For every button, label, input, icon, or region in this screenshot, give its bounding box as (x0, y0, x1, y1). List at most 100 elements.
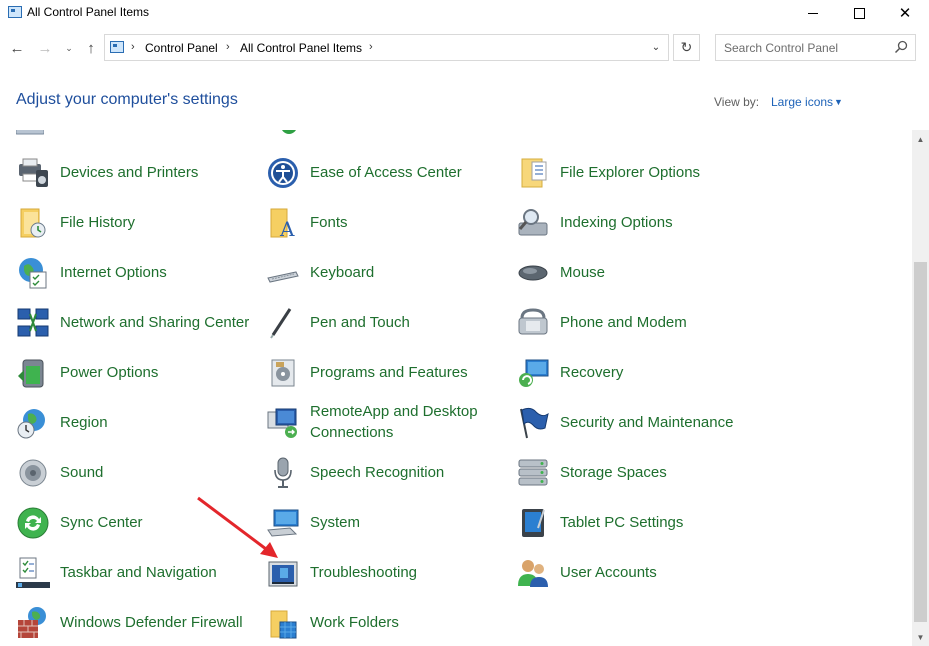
programs-icon (271, 359, 295, 387)
item-windows-defender-firewall[interactable]: Windows Defender Firewall (16, 600, 256, 644)
item-label: RemoteApp and Desktop Connections (310, 403, 478, 441)
breadcrumb-separator[interactable]: › (226, 41, 230, 53)
maximize-button[interactable] (836, 0, 882, 26)
minimize-button[interactable] (790, 0, 836, 26)
item-speech-recognition[interactable]: Speech Recognition (266, 450, 506, 494)
refresh-icon: ↻ (680, 39, 693, 55)
firewall-icon (18, 607, 46, 638)
item-storage-spaces[interactable]: Storage Spaces (516, 450, 756, 494)
recent-locations-button[interactable]: ⌄ (60, 30, 78, 66)
item-label: Devices and Printers (60, 163, 199, 181)
item-file-history[interactable]: File History (16, 200, 256, 244)
power-icon (18, 359, 44, 388)
breadcrumb-separator[interactable]: › (131, 41, 135, 53)
indexing-icon (518, 209, 548, 236)
minimize-icon (808, 12, 818, 14)
sync-icon (17, 507, 49, 539)
item-keyboard[interactable]: Keyboard (266, 250, 506, 294)
refresh-button[interactable]: ↻ (673, 34, 700, 61)
tablet-icon (522, 509, 545, 537)
search-icon (894, 40, 908, 54)
item-power-options[interactable]: Power Options (16, 350, 256, 394)
view-by-dropdown[interactable]: Large icons (771, 95, 833, 109)
work-folders-icon (270, 610, 297, 639)
keyboard-icon (267, 271, 299, 283)
fonts-icon: A (270, 208, 295, 240)
item-label: File Explorer Options (560, 163, 701, 181)
item-label: System (310, 513, 361, 531)
taskbar-icon (16, 557, 50, 588)
item-internet-options[interactable]: Internet Options (16, 250, 256, 294)
pen-icon (270, 308, 292, 339)
item-ease-of-access-center[interactable]: Ease of Access Center (266, 150, 506, 194)
item-security-and-maintenance[interactable]: Security and Maintenance (516, 400, 756, 444)
item-remoteapp-and-desktop-connections[interactable]: RemoteApp and Desktop Connections (266, 400, 506, 444)
vertical-scrollbar[interactable]: ▲ ▼ (912, 130, 929, 646)
item-label: Indexing Options (560, 213, 673, 231)
item-pen-and-touch[interactable]: Pen and Touch (266, 300, 506, 344)
item-label: Internet Options (60, 263, 167, 281)
item-label: Speech Recognition (310, 463, 445, 481)
mouse-icon (518, 265, 548, 281)
item-label: Region (60, 413, 108, 431)
control-panel-window: All Control Panel Items ✕ ← → ⌄ ↑ › Cont… (0, 0, 929, 646)
scroll-up-button[interactable]: ▲ (912, 132, 929, 148)
item-label: Work Folders (310, 613, 399, 631)
item-region[interactable]: Region (16, 400, 256, 444)
close-icon: ✕ (898, 4, 912, 22)
item-phone-and-modem[interactable]: Phone and Modem (516, 300, 756, 344)
item-tablet-pc-settings[interactable]: Tablet PC Settings (516, 500, 756, 544)
item-label: Network and Sharing Center (60, 313, 250, 331)
item-label: Tablet PC Settings (560, 513, 684, 531)
caret-down-icon[interactable]: ▼ (834, 97, 843, 107)
scroll-down-button[interactable]: ▼ (912, 630, 929, 646)
forward-button[interactable]: → (34, 30, 56, 66)
item-programs-and-features[interactable]: Programs and Features (266, 350, 506, 394)
search-placeholder: Search Control Panel (724, 41, 839, 55)
item-label: Windows Defender Firewall (60, 613, 243, 631)
item-user-accounts[interactable]: User Accounts (516, 550, 756, 594)
breadcrumb-control-panel[interactable]: Control Panel (145, 41, 218, 55)
chevron-down-icon: ⌄ (65, 42, 73, 53)
item-fonts[interactable]: A Fonts (266, 200, 506, 244)
item-label: Mouse (560, 263, 606, 281)
up-button[interactable]: ↑ (80, 30, 102, 66)
item-file-explorer-options[interactable]: File Explorer Options (516, 150, 756, 194)
address-bar[interactable]: › Control Panel › All Control Panel Item… (104, 34, 669, 61)
microphone-icon (274, 457, 292, 488)
check-icon (282, 130, 296, 134)
search-input[interactable]: Search Control Panel (715, 34, 916, 61)
scroll-thumb[interactable] (914, 262, 927, 622)
item-work-folders[interactable]: Work Folders (266, 600, 506, 644)
recovery-icon (519, 359, 549, 387)
item-sound[interactable]: Sound (16, 450, 256, 494)
item-troubleshooting[interactable]: Troubleshooting (266, 550, 506, 594)
partial-item-label (310, 130, 400, 132)
item-network-and-sharing-center[interactable]: Network and Sharing Center (16, 300, 256, 344)
items-grid: Devices and Printers Ease of Access Cent… (0, 130, 912, 646)
item-devices-and-printers[interactable]: Devices and Printers (16, 150, 256, 194)
control-panel-icon (8, 6, 22, 18)
printer-icon (19, 158, 48, 187)
address-dropdown-button[interactable]: ⌄ (648, 40, 664, 56)
item-recovery[interactable]: Recovery (516, 350, 756, 394)
item-system[interactable]: System (266, 500, 506, 544)
view-by-label: View by: (714, 95, 760, 109)
file-history-icon (20, 208, 46, 238)
back-button[interactable]: ← (6, 30, 28, 66)
breadcrumb-all-items[interactable]: All Control Panel Items (240, 41, 362, 55)
arrow-up-icon: ↑ (87, 39, 95, 57)
title-bar: All Control Panel Items ✕ (0, 0, 929, 26)
breadcrumb-separator[interactable]: › (369, 41, 373, 53)
arrow-left-icon: ← (9, 39, 25, 57)
remoteapp-icon (267, 408, 297, 438)
item-label: Recovery (560, 363, 624, 381)
svg-text:A: A (279, 217, 295, 240)
speaker-icon (19, 459, 47, 487)
item-mouse[interactable]: Mouse (516, 250, 756, 294)
item-indexing-options[interactable]: Indexing Options (516, 200, 756, 244)
storage-icon (518, 459, 548, 486)
item-label: Fonts (310, 213, 348, 231)
item-label: Ease of Access Center (310, 163, 462, 181)
close-button[interactable]: ✕ (882, 0, 928, 26)
